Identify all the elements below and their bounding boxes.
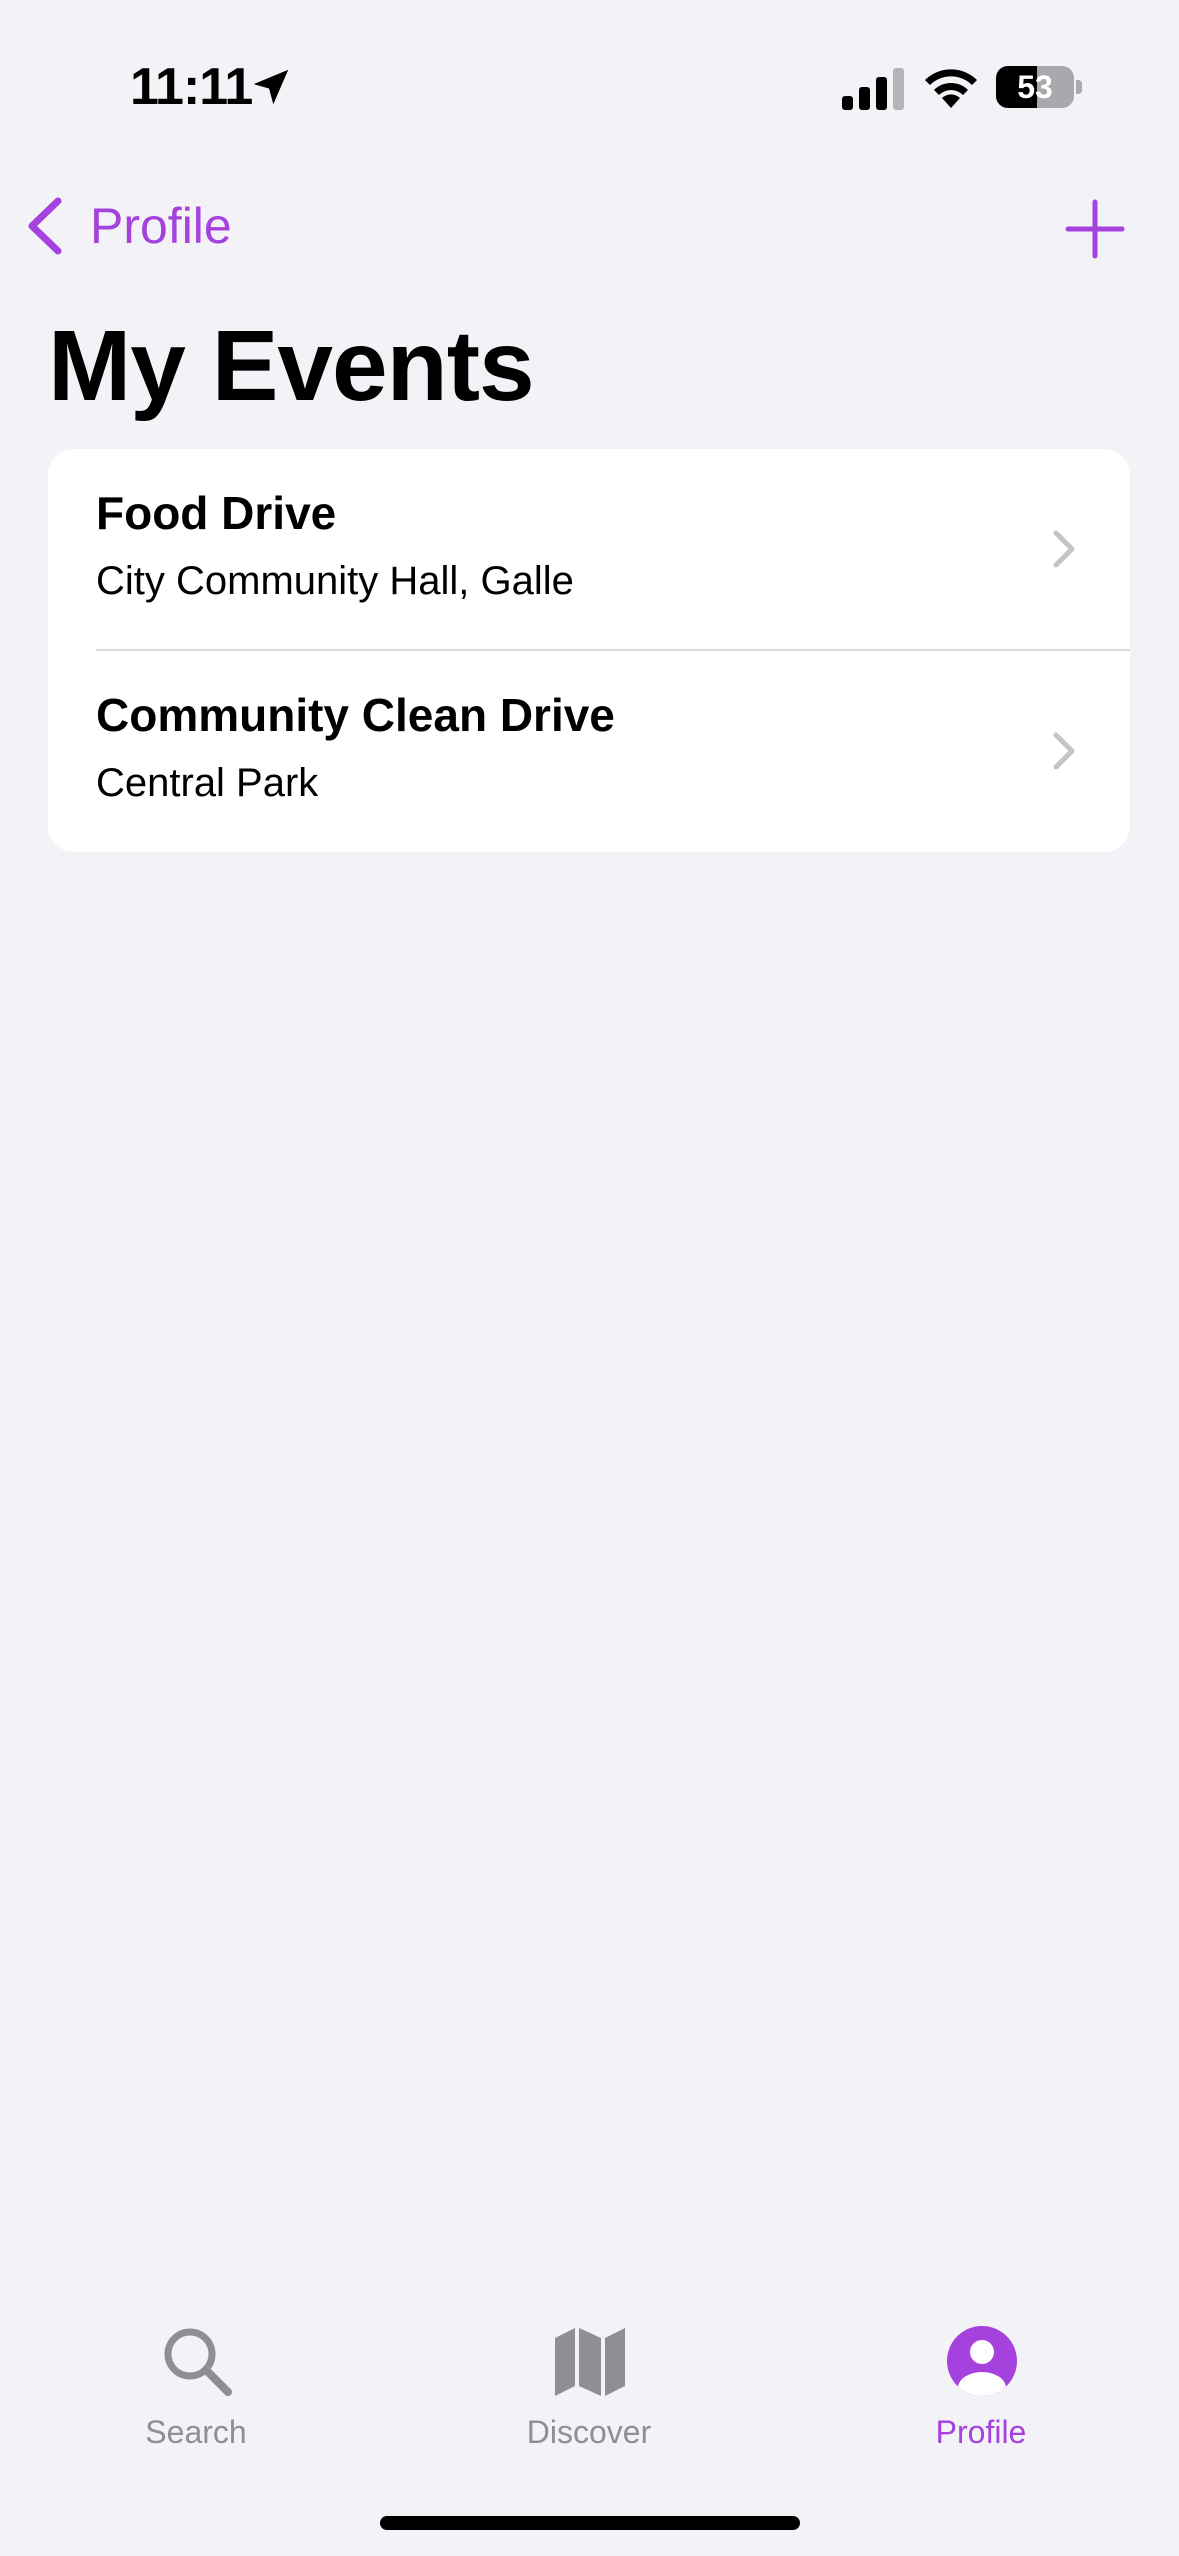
event-title: Food Drive — [96, 487, 337, 539]
tab-profile[interactable]: Profile — [831, 2320, 1131, 2470]
wifi-icon — [925, 69, 977, 108]
tab-discover-label: Discover — [526, 2414, 652, 2450]
map-icon — [555, 2328, 625, 2396]
status-time: 11:11 — [130, 58, 253, 116]
person-circle-icon — [947, 2326, 1017, 2396]
chevron-right-icon — [1053, 732, 1075, 770]
cellular-signal-icon — [842, 68, 904, 110]
plus-icon[interactable] — [1062, 196, 1128, 262]
event-title: Community Clean Drive — [96, 689, 615, 741]
event-list: Food Drive City Community Hall, Galle Co… — [48, 449, 1130, 852]
list-item[interactable]: Food Drive City Community Hall, Galle — [48, 449, 1130, 651]
home-indicator — [380, 2516, 800, 2530]
list-item[interactable]: Community Clean Drive Central Park — [48, 651, 1130, 851]
event-location: City Community Hall, Galle — [96, 559, 574, 603]
tab-discover[interactable]: Discover — [439, 2320, 739, 2470]
chevron-right-icon — [1053, 530, 1075, 568]
event-location: Central Park — [96, 761, 319, 805]
tab-search[interactable]: Search — [46, 2320, 346, 2470]
magnifying-glass-icon — [164, 2328, 232, 2396]
battery-body: 53 — [996, 66, 1074, 108]
tab-search-label: Search — [145, 2414, 247, 2450]
battery-cap — [1076, 80, 1082, 94]
back-button-label: Profile — [90, 198, 232, 254]
status-bar: 11:11 53 — [0, 0, 1179, 160]
tab-profile-label: Profile — [935, 2414, 1027, 2450]
back-button[interactable]: Profile — [22, 190, 232, 262]
page-title: My Events — [48, 310, 535, 422]
battery-level: 53 — [1017, 69, 1053, 105]
location-arrow-icon — [253, 69, 289, 105]
chevron-left-icon — [28, 197, 62, 255]
battery-icon: 53 — [996, 66, 1082, 108]
